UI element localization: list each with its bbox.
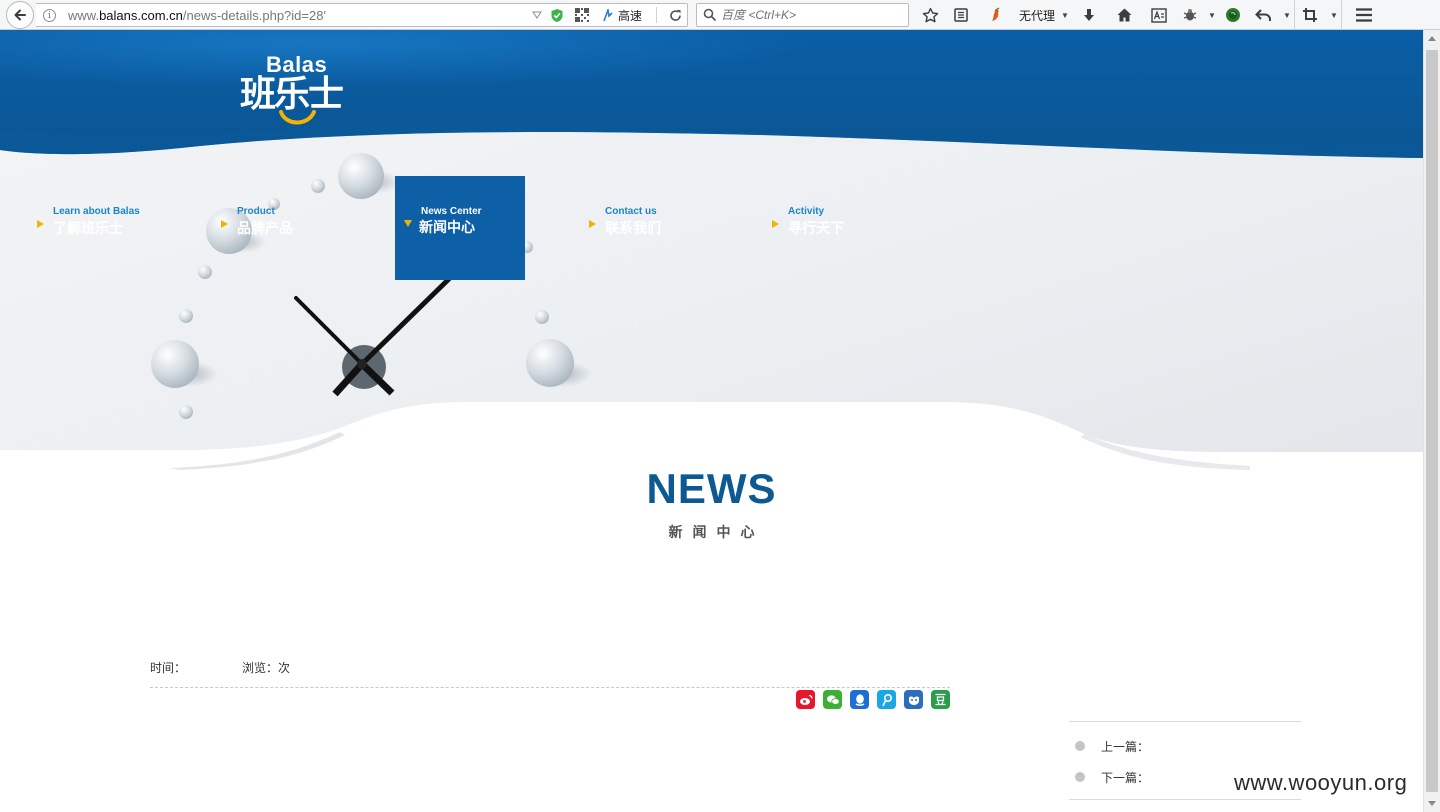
speed-icon: [603, 8, 613, 21]
bullet-dot-icon: [1075, 741, 1085, 751]
qq-icon[interactable]: [850, 690, 869, 709]
scroll-down-icon[interactable]: [1428, 801, 1436, 806]
nav-item-cn-label: 新闻中心: [419, 219, 475, 235]
caret-down-icon: ▼: [1330, 10, 1338, 20]
undo-menu-caret-icon[interactable]: ▼: [1278, 0, 1294, 30]
tencent-weibo-icon[interactable]: [877, 690, 896, 709]
download-icon[interactable]: [1072, 0, 1106, 30]
nav-arrow-icon: [772, 220, 779, 228]
nav-item-en-label: Activity: [788, 206, 825, 217]
weibo-icon[interactable]: [796, 690, 815, 709]
nav-item-cn-label: 寻行天下: [788, 220, 844, 236]
caret-down-icon: ▼: [1283, 10, 1291, 20]
article-meta: 时间： 浏览：次: [150, 659, 290, 676]
vertical-scrollbar[interactable]: [1423, 30, 1440, 812]
next-article-label: 下一篇：: [1101, 771, 1150, 785]
nav-item-en-label: Learn about Balas: [53, 206, 140, 217]
logo-smile-icon: [279, 110, 316, 125]
nav-arrow-icon: [589, 220, 596, 228]
article-time-label: 时间：: [150, 661, 187, 675]
reload-icon[interactable]: [663, 9, 687, 22]
nav-item-cn-label: 联系我们: [605, 220, 661, 236]
reader-view-icon[interactable]: [1142, 0, 1176, 30]
toolbar-icons: 无代理 ▼ ▼ ▼ ▼: [916, 0, 1382, 30]
pepper-extension-icon[interactable]: [978, 0, 1012, 30]
caret-down-icon: ▼: [1208, 10, 1216, 20]
site-logo[interactable]: Balas 班乐士: [238, 52, 366, 125]
nav-item-en-label: News Center: [421, 206, 482, 217]
crop-screenshot-icon[interactable]: [1295, 0, 1325, 30]
caret-down-icon: ▼: [1061, 10, 1069, 20]
proxy-switch-button[interactable]: 无代理 ▼: [1012, 0, 1072, 30]
douban-icon[interactable]: [931, 690, 950, 709]
bullet-dot-icon: [1075, 772, 1085, 782]
nav-arrow-down-icon: [404, 220, 412, 227]
browser-toolbar: i www.balans.com.cn/news-details.php?id=…: [0, 0, 1440, 30]
scroll-up-icon[interactable]: [1428, 36, 1436, 41]
firebug-icon[interactable]: [1176, 0, 1204, 30]
firebug-menu-caret-icon[interactable]: ▼: [1204, 0, 1218, 30]
pager-divider-bottom: [1069, 799, 1301, 800]
nav-arrow-icon: [221, 220, 228, 228]
nav-item-en-label: Contact us: [605, 206, 657, 217]
url-domain: balans.com.cn: [99, 8, 183, 23]
watermark: www.wooyun.org: [1234, 770, 1408, 795]
back-button[interactable]: [6, 1, 34, 29]
nav-arrow-icon: [37, 220, 44, 228]
url-text[interactable]: www.balans.com.cn/news-details.php?id=28…: [68, 8, 326, 23]
prev-article-label: 上一篇：: [1101, 740, 1150, 754]
nav-item-cn-label: 了解班乐士: [53, 220, 123, 236]
banner-clock-illustration: [0, 30, 1423, 470]
qr-code-icon[interactable]: [570, 8, 594, 22]
meta-divider: [150, 687, 950, 688]
search-input[interactable]: [721, 7, 901, 23]
banner: Balas 班乐士 Learn about Balas 了解班乐士 Produc…: [0, 30, 1423, 470]
address-bar[interactable]: i www.balans.com.cn/news-details.php?id=…: [36, 3, 688, 27]
undo-icon[interactable]: [1248, 0, 1278, 30]
hamburger-menu-icon[interactable]: [1346, 0, 1382, 30]
url-bar-icons: 高速: [530, 4, 687, 26]
pager-divider-top: [1069, 721, 1301, 722]
site-info-icon[interactable]: i: [43, 9, 56, 22]
scrollbar-thumb[interactable]: [1426, 50, 1438, 792]
nav-item-en-label: Product: [237, 206, 275, 217]
dropdown-history-icon[interactable]: [530, 11, 544, 19]
nav-item-news-center[interactable]: News Center 新闻中心: [395, 176, 525, 280]
wechat-icon[interactable]: [823, 690, 842, 709]
url-separator: [656, 7, 657, 23]
search-icon: [703, 8, 717, 25]
reading-list-icon[interactable]: [944, 0, 978, 30]
nav-item-cn-label: 品牌产品: [237, 220, 293, 236]
article-views-label: 浏览：次: [242, 661, 291, 675]
speed-mode-label: 高速: [617, 8, 642, 23]
renren-icon[interactable]: [904, 690, 923, 709]
page-title: NEWS: [646, 465, 777, 512]
shield-icon[interactable]: [544, 8, 570, 23]
share-bar: [796, 690, 958, 710]
search-box[interactable]: [696, 3, 909, 27]
speed-mode-button[interactable]: 高速: [594, 7, 650, 24]
page-viewport: Balas 班乐士 Learn about Balas 了解班乐士 Produc…: [0, 30, 1423, 812]
bookmark-star-icon[interactable]: [916, 0, 944, 30]
toolbar-separator: [1341, 0, 1342, 30]
page-subtitle: 新闻中心: [668, 524, 765, 540]
green-shield-extension-icon[interactable]: [1218, 0, 1248, 30]
proxy-label: 无代理: [1019, 8, 1056, 23]
back-arrow-icon: [14, 9, 26, 21]
home-icon[interactable]: [1106, 0, 1142, 30]
screenshot-menu-caret-icon[interactable]: ▼: [1325, 0, 1341, 30]
